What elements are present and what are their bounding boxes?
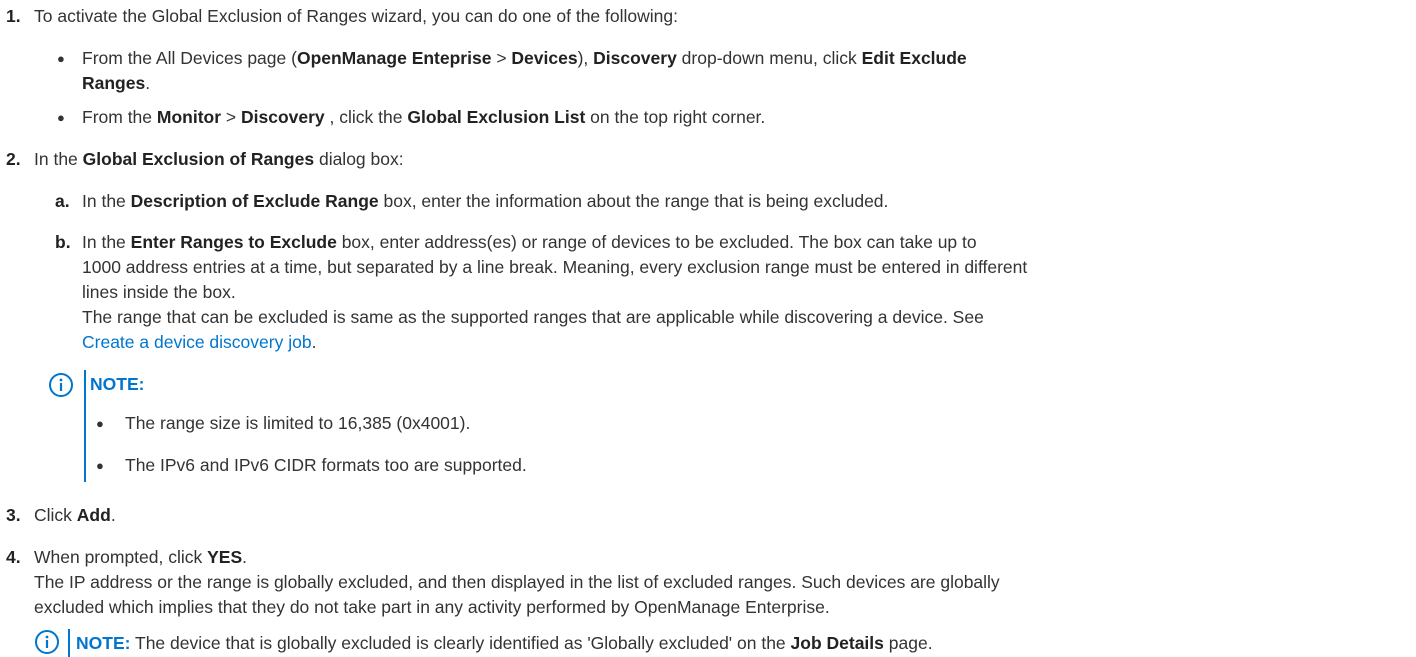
sub-step-text: In the Enter Ranges to Exclude box, ente… — [82, 232, 977, 252]
sub-step-text: lines inside the box. — [82, 282, 236, 302]
sub-step-text: Create a device discovery job. — [82, 332, 317, 352]
step-number: 2. — [6, 149, 21, 169]
step-text: The IP address or the range is globally … — [34, 572, 1000, 592]
step-number: 3. — [6, 505, 21, 525]
sub-step-text: In the Description of Exclude Range box,… — [82, 191, 889, 211]
bullet-text: From the Monitor > Discovery , click the… — [82, 107, 766, 127]
bullet-icon: ● — [57, 110, 65, 125]
document-page: 1. To activate the Global Exclusion of R… — [0, 0, 1416, 657]
sub-step-text: The range that can be excluded is same a… — [82, 307, 984, 327]
bullet-icon: ● — [96, 458, 104, 473]
bullet-icon: ● — [57, 51, 65, 66]
note-bar — [68, 629, 70, 657]
note-text: NOTE: The device that is globally exclud… — [76, 633, 933, 653]
note-bar — [84, 370, 86, 482]
bullet-text: From the All Devices page (OpenManage En… — [82, 48, 967, 68]
step-text: Click Add. — [34, 505, 116, 525]
sub-step-letter: a. — [55, 191, 70, 211]
step-text: excluded which implies that they do not … — [34, 597, 830, 617]
step-text: To activate the Global Exclusion of Rang… — [34, 6, 678, 26]
bullet-text-cont: Ranges. — [82, 73, 151, 93]
note-item-text: The range size is limited to 16,385 (0x4… — [125, 413, 471, 433]
note-item-text: The IPv6 and IPv6 CIDR formats too are s… — [125, 455, 527, 475]
info-circle-icon — [49, 373, 73, 397]
step-number: 4. — [6, 547, 21, 567]
create-discovery-job-link[interactable]: Create a device discovery job — [82, 332, 312, 352]
info-circle-icon — [35, 630, 59, 654]
step-text: When prompted, click YES. — [34, 547, 248, 567]
sub-step-text: 1000 address entries at a time, but sepa… — [82, 257, 1028, 277]
bullet-icon: ● — [96, 416, 104, 431]
step-text: In the Global Exclusion of Ranges dialog… — [34, 149, 404, 169]
step-number: 1. — [6, 6, 21, 26]
sub-step-letter: b. — [55, 232, 71, 252]
note-label: NOTE: — [90, 374, 145, 394]
